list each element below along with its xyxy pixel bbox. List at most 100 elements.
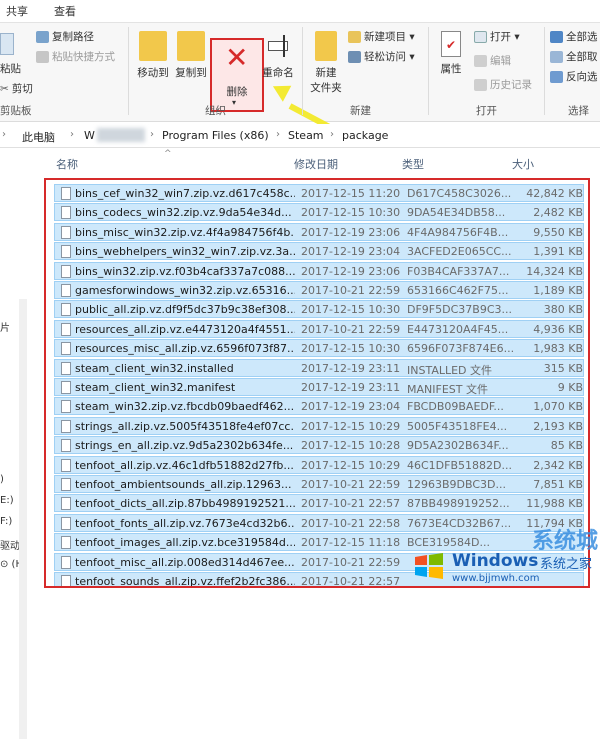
redacted-region (97, 128, 145, 142)
column-header-size[interactable]: 大小 (512, 156, 534, 172)
file-date: 2017-10-21 22:59 (301, 478, 401, 491)
file-row[interactable]: steam_client_win32.installed 2017-12-19 2… (54, 358, 584, 377)
open-icon (474, 30, 487, 43)
nav-item-drive[interactable]: 驱动 (0, 537, 20, 552)
breadcrumb-separator: › (330, 129, 334, 140)
new-folder-icon (315, 31, 337, 61)
properties-label: 属性 (440, 63, 462, 75)
file-row[interactable]: tenfoot_fonts_all.zip.vz.7673e4cd32b6...… (54, 513, 584, 532)
paste-button[interactable]: 粘贴 (0, 61, 21, 76)
file-row[interactable]: bins_cef_win32_win7.zip.vz.d617c458c... 2… (54, 184, 584, 202)
file-date: 2017-12-19 23:04 (301, 245, 401, 259)
file-icon (61, 516, 71, 530)
history-label: 历史记录 (490, 79, 532, 91)
file-size: 11,988 KB (526, 497, 583, 511)
history-button[interactable]: 历史记录 (474, 77, 532, 92)
rename-button[interactable]: 重命名 (260, 31, 296, 80)
breadcrumb-program-files[interactable]: Program Files (x86) (162, 129, 269, 142)
file-size: 14,324 KB (526, 264, 583, 278)
file-type: D617C458C3026... (407, 187, 512, 200)
move-to-button[interactable]: 移动到 (134, 31, 172, 80)
nav-item-drive-e[interactable]: E:) (0, 495, 14, 506)
open-button[interactable]: 打开 ▾ (474, 29, 520, 44)
separator (302, 27, 303, 115)
file-row[interactable]: public_all.zip.vz.df9f5dc37b9c38ef308...… (54, 300, 584, 319)
file-row[interactable]: resources_all.zip.vz.e4473120a4f4551... 2… (54, 319, 584, 338)
file-row[interactable]: steam_client_win32.manifest 2017-12-19 23… (54, 378, 584, 396)
select-none-button[interactable]: 全部取 (550, 49, 598, 64)
file-row[interactable]: strings_en_all.zip.vz.9d5a2302b634fe... 2… (54, 436, 584, 455)
open-label: 打开 ▾ (490, 31, 520, 43)
breadcrumb-drive[interactable]: W (84, 129, 95, 142)
file-row[interactable]: tenfoot_dicts_all.zip.87bb4989192521... 2… (54, 494, 584, 513)
new-folder-button[interactable]: 新建 文件夹 (306, 31, 346, 95)
file-icon (61, 245, 71, 259)
file-date: 2017-12-15 10:30 (301, 303, 401, 317)
copy-path-button[interactable]: 复制路径 (36, 29, 94, 44)
file-name: public_all.zip.vz.df9f5dc37b9c38ef308... (75, 303, 295, 317)
easy-access-button[interactable]: 轻松访问 ▾ (348, 49, 415, 64)
file-icon (61, 381, 71, 394)
edit-label: 编辑 (490, 55, 511, 67)
edit-button[interactable]: 编辑 (474, 53, 511, 68)
file-size: 315 KB (543, 361, 583, 375)
group-new: 新建 (350, 105, 371, 117)
column-header-name[interactable]: 名称 (56, 156, 78, 172)
cut-label: 剪切 (11, 83, 33, 95)
address-bar[interactable]: › 此电脑 › W › Program Files (x86) › Steam … (0, 124, 600, 148)
new-folder-label-1: 新建 (315, 67, 337, 79)
cut-button[interactable]: ✂ 剪切 (0, 81, 33, 96)
ribbon: 粘贴 复制路径 粘贴快捷方式 ✂ 剪切 剪贴板 移动到 复制到 ✕ 删除 ▾ 重… (0, 22, 600, 142)
file-icon (61, 555, 71, 569)
file-size: 1,983 KB (533, 342, 583, 356)
copy-to-button[interactable]: 复制到 (172, 31, 210, 80)
file-row[interactable]: tenfoot_all.zip.vz.46c1dfb51882d27fb... 2… (54, 455, 584, 474)
breadcrumb-separator: › (276, 129, 280, 140)
file-icon (61, 400, 71, 414)
scissors-icon: ✂ (0, 82, 9, 95)
separator (428, 27, 429, 115)
file-icon (61, 419, 71, 433)
invert-selection-label: 反向选 (566, 71, 598, 83)
breadcrumb-steam[interactable]: Steam (288, 129, 324, 142)
properties-icon: ✔ (441, 31, 461, 57)
file-size: 2,342 KB (533, 458, 583, 472)
breadcrumb-package[interactable]: package (342, 129, 388, 142)
tab-share[interactable]: 共享 (6, 3, 28, 19)
tab-view[interactable]: 查看 (54, 3, 76, 19)
file-row[interactable]: resources_misc_all.zip.vz.6596f073f87...… (54, 339, 584, 358)
watermark-large-text: 系统城 (532, 529, 599, 554)
new-item-icon (348, 30, 361, 43)
nav-item[interactable]: 片 (0, 319, 10, 334)
file-size: 2,193 KB (533, 419, 583, 433)
delete-button[interactable]: ✕ 删除 ▾ (210, 38, 264, 112)
delete-dropdown-icon: ▾ (232, 98, 237, 107)
file-type: 653166C462F75... (407, 284, 509, 297)
invert-selection-button[interactable]: 反向选 (550, 69, 598, 84)
properties-button[interactable]: ✔ 属性 (434, 31, 468, 76)
file-row[interactable]: bins_win32.zip.vz.f03b4caf337a7c088... 20… (54, 261, 584, 280)
column-header-type[interactable]: 类型 (402, 156, 424, 172)
file-icon (61, 187, 71, 200)
file-row[interactable]: bins_misc_win32.zip.vz.4f4a984756f4b... 2… (54, 222, 584, 241)
select-all-button[interactable]: 全部选 (550, 29, 598, 44)
new-item-button[interactable]: 新建项目 ▾ (348, 29, 415, 44)
nav-scrollbar[interactable] (19, 299, 27, 739)
file-date: 2017-10-21 22:57 (301, 575, 401, 588)
breadcrumb-separator: › (150, 129, 154, 140)
file-date: 2017-12-15 10:30 (301, 206, 401, 220)
breadcrumb-this-pc[interactable]: 此电脑 (22, 129, 55, 145)
column-header-date[interactable]: 修改日期 (294, 156, 338, 172)
file-row[interactable]: strings_all.zip.vz.5005f43518fe4ef07cc..… (54, 416, 584, 435)
paste-shortcut-button[interactable]: 粘贴快捷方式 (36, 49, 115, 64)
file-row[interactable]: bins_webhelpers_win32_win7.zip.vz.3a... 2… (54, 242, 584, 261)
group-open: 打开 (476, 105, 497, 117)
file-date: 2017-10-21 22:59 (301, 555, 401, 569)
file-row[interactable]: bins_codecs_win32.zip.vz.9da54e34d... 201… (54, 203, 584, 222)
nav-item[interactable]: ) (0, 474, 4, 485)
file-row[interactable]: steam_win32.zip.vz.fbcdb09baedf462... 201… (54, 397, 584, 416)
select-all-label: 全部选 (566, 31, 598, 43)
file-row[interactable]: gamesforwindows_win32.zip.vz.65316... 201… (54, 281, 584, 299)
nav-item-drive-f[interactable]: F:) (0, 516, 12, 527)
file-row[interactable]: tenfoot_ambientsounds_all.zip.12963... 20… (54, 475, 584, 493)
